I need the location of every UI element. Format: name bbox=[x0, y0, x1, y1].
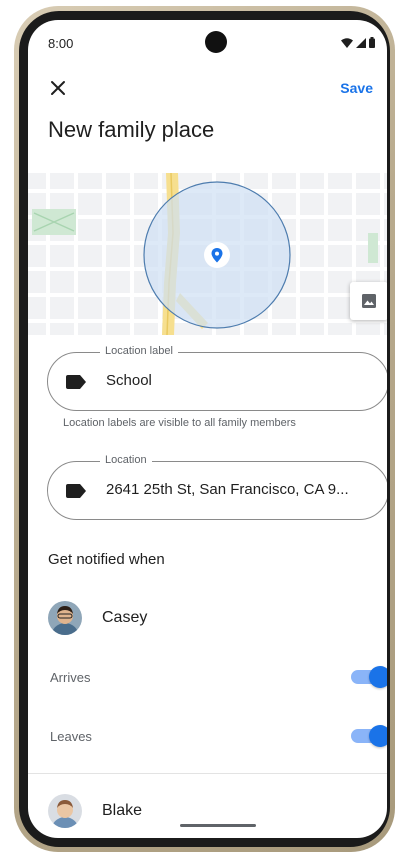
image-icon bbox=[362, 294, 376, 308]
toggle-label-arrives: Arrives bbox=[50, 670, 91, 685]
notify-section-title: Get notified when bbox=[48, 551, 165, 568]
map-view[interactable] bbox=[28, 173, 387, 335]
location-label-helper: Location labels are visible to all famil… bbox=[63, 417, 296, 429]
status-time: 8:00 bbox=[48, 36, 74, 51]
location-legend: Location bbox=[100, 454, 152, 466]
location-field[interactable]: Location 2641 25th St, San Francisco, CA… bbox=[47, 454, 387, 520]
arrives-toggle[interactable] bbox=[351, 666, 387, 688]
person-name: Casey bbox=[102, 609, 148, 626]
map-graphic bbox=[28, 173, 387, 335]
person-casey: Casey bbox=[48, 601, 147, 635]
screen: 8:00 Save New family place Location labe… bbox=[28, 20, 387, 838]
page-title: New family place bbox=[48, 117, 215, 142]
toggle-thumb bbox=[369, 725, 387, 747]
close-icon bbox=[51, 81, 65, 95]
close-button[interactable] bbox=[46, 76, 70, 100]
home-indicator[interactable] bbox=[180, 824, 256, 827]
status-icons bbox=[341, 37, 375, 48]
label-icon bbox=[66, 375, 86, 389]
wifi-icon bbox=[341, 37, 353, 48]
leaves-toggle[interactable] bbox=[351, 725, 387, 747]
label-icon bbox=[66, 484, 86, 498]
avatar bbox=[48, 601, 82, 635]
location-label-field[interactable]: Location label School bbox=[47, 345, 387, 411]
divider bbox=[28, 773, 387, 774]
person-blake: Blake bbox=[48, 794, 142, 828]
front-camera bbox=[205, 31, 227, 53]
avatar bbox=[48, 794, 82, 828]
toggle-thumb bbox=[369, 666, 387, 688]
location-label-value: School bbox=[106, 372, 152, 389]
save-button[interactable]: Save bbox=[340, 80, 373, 96]
battery-icon bbox=[369, 37, 375, 48]
signal-icon bbox=[356, 37, 366, 48]
map-image-button[interactable] bbox=[350, 282, 387, 320]
toggle-label-leaves: Leaves bbox=[50, 729, 92, 744]
location-label-legend: Location label bbox=[100, 345, 178, 357]
location-value: 2641 25th St, San Francisco, CA 9... bbox=[106, 481, 349, 498]
person-name: Blake bbox=[102, 802, 143, 819]
